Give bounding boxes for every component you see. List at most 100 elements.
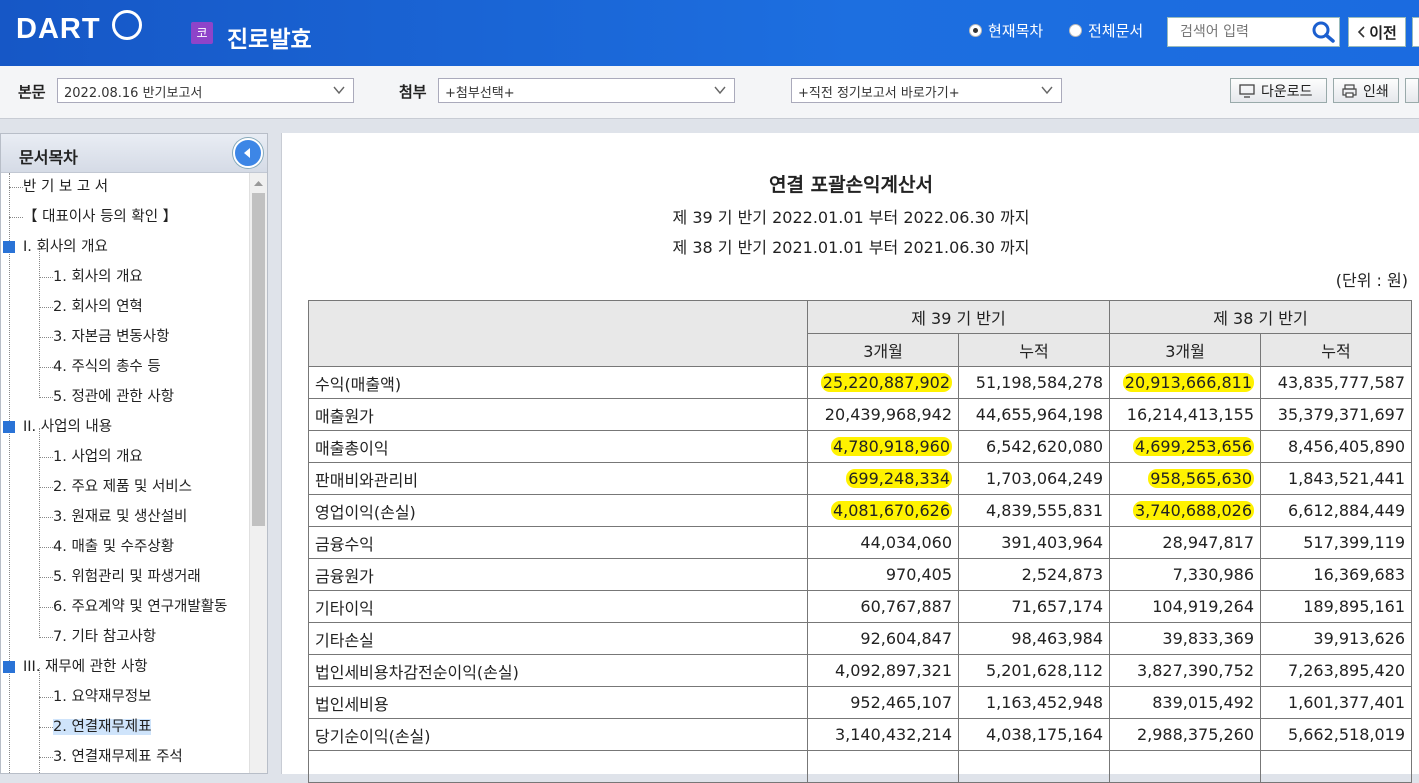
- table-row: 금융원가 970,405 2,524,873 7,330,986 16,369,683: [308, 558, 1412, 591]
- radio-current-label: 현재목차: [988, 22, 1044, 40]
- toc-item[interactable]: 5. 위험관리 및 파생거래: [39, 564, 201, 590]
- period-39: 제 39 기 반기 2022.01.01 부터 2022.06.30 까지: [672, 208, 1030, 227]
- value-cell: 391,403,964: [958, 526, 1110, 559]
- toc-scrollbar[interactable]: [249, 173, 267, 773]
- table-row: 당기순이익(손실) 3,140,432,214 4,038,175,164 2,988…: [308, 718, 1412, 751]
- value-cell: 6,542,620,080: [958, 430, 1110, 463]
- more-toolbar-button[interactable]: [1405, 78, 1419, 103]
- toc-header: 문서목차: [1, 134, 267, 173]
- value-cell: 25,220,887,902: [807, 366, 959, 399]
- toc-item[interactable]: 【 대표이사 등의 확인 】: [9, 204, 177, 230]
- toc-item-label: I. 회사의 개요: [23, 239, 108, 255]
- toc-item-label: 3. 자본금 변동사항: [53, 329, 170, 345]
- col-3m-header: 3개월: [1109, 333, 1261, 367]
- toc-item-label: 4. 주식의 총수 등: [53, 359, 161, 375]
- col-cum-header: 누적: [1260, 333, 1412, 367]
- radio-current-toc[interactable]: 현재목차: [969, 20, 1043, 41]
- toc-item[interactable]: 1. 요약재무정보: [39, 684, 151, 710]
- monitor-icon: [1239, 83, 1255, 98]
- highlighted-value: 4,081,670,626: [830, 501, 952, 520]
- radio-checked-icon[interactable]: [969, 24, 982, 37]
- value-cell: 98,463,984: [958, 622, 1110, 655]
- toc-item[interactable]: 1. 사업의 개요: [39, 444, 143, 470]
- value-cell: 35,379,371,697: [1260, 398, 1412, 431]
- account-name-cell: 법인세비용차감전순이익(손실): [308, 654, 808, 687]
- toc-item[interactable]: 5. 정관에 관한 사항: [39, 384, 174, 410]
- toc-item[interactable]: 1. 회사의 개요: [39, 264, 143, 290]
- toc-item-label: 5. 위험관리 및 파생거래: [53, 569, 201, 585]
- download-label: 다운로드: [1261, 83, 1313, 100]
- value-cell: 2,524,873: [958, 558, 1110, 591]
- value-cell: 952,465,107: [807, 686, 959, 719]
- value-cell: 4,092,897,321: [807, 654, 959, 687]
- dart-logo[interactable]: DART: [16, 13, 101, 46]
- scroll-thumb[interactable]: [252, 193, 265, 526]
- toc-item-label: III. 재무에 관한 사항: [23, 659, 148, 675]
- toc-item[interactable]: 6. 주요계약 및 연구개발활동: [39, 594, 227, 620]
- print-button[interactable]: 인쇄: [1333, 78, 1399, 103]
- expand-toggle-icon[interactable]: [3, 421, 15, 433]
- collapse-panel-button[interactable]: [233, 138, 263, 168]
- toc-item-label: 【 대표이사 등의 확인 】: [23, 209, 178, 225]
- value-cell: 43,835,777,587: [1260, 366, 1412, 399]
- download-button[interactable]: 다운로드: [1230, 78, 1327, 103]
- col-cum-header: 누적: [958, 333, 1110, 367]
- expand-toggle-icon[interactable]: [3, 241, 15, 253]
- value-cell: 7,330,986: [1109, 558, 1261, 591]
- value-cell: 699,248,334: [807, 462, 959, 495]
- value-cell: 5,662,518,019: [1260, 718, 1412, 751]
- radio-unchecked-icon[interactable]: [1069, 24, 1082, 37]
- income-statement-table: 제 39 기 반기 제 38 기 반기 3개월 누적 3개월 누적 수익(매출액…: [308, 300, 1412, 783]
- empty-cell: [1260, 750, 1412, 783]
- toc-tree: 반 기 보 고 서 【 대표이사 등의 확인 】 I. 회사의 개요 1. 회사…: [1, 173, 248, 773]
- attachment-select[interactable]: +첨부선택+: [438, 78, 735, 103]
- toc-title: 문서목차: [19, 148, 78, 167]
- toc-item[interactable]: 반 기 보 고 서: [9, 174, 108, 200]
- period-39-header: 제 39 기 반기: [807, 300, 1110, 334]
- value-cell: 104,919,264: [1109, 590, 1261, 623]
- toc-item-label: 반 기 보 고 서: [23, 179, 109, 195]
- empty-cell: [958, 750, 1110, 783]
- value-cell: 2,988,375,260: [1109, 718, 1261, 751]
- toc-item[interactable]: 3. 원재료 및 생산설비: [39, 504, 187, 530]
- report-select[interactable]: 2022.08.16 반기보고서: [57, 78, 354, 103]
- search-icon[interactable]: [1311, 21, 1335, 43]
- scroll-up-icon[interactable]: [251, 176, 266, 190]
- search-input[interactable]: [1168, 18, 1318, 46]
- expand-toggle-icon[interactable]: [3, 661, 15, 673]
- toc-item[interactable]: 7. 기타 참고사항: [39, 624, 156, 650]
- value-cell: 6,612,884,449: [1260, 494, 1412, 527]
- toc-item[interactable]: 2. 회사의 연혁: [39, 294, 143, 320]
- toc-item[interactable]: III. 재무에 관한 사항: [1, 654, 148, 680]
- value-cell: 839,015,492: [1109, 686, 1261, 719]
- account-name-cell: 당기순이익(손실): [308, 718, 808, 751]
- value-cell: 1,843,521,441: [1260, 462, 1412, 495]
- toc-item[interactable]: 4. 매출 및 수주상황: [39, 534, 174, 560]
- toc-item[interactable]: 4. 주식의 총수 등: [39, 354, 161, 380]
- toc-item[interactable]: II. 사업의 내용: [1, 414, 112, 440]
- value-cell: 28,947,817: [1109, 526, 1261, 559]
- value-cell: 44,034,060: [807, 526, 959, 559]
- periodic-report-select[interactable]: +직전 정기보고서 바로가기+: [791, 78, 1062, 103]
- value-cell: 39,833,369: [1109, 622, 1261, 655]
- toc-item[interactable]: 2. 주요 제품 및 서비스: [39, 474, 192, 500]
- period-38-header: 제 38 기 반기: [1109, 300, 1412, 334]
- highlighted-value: 25,220,887,902: [820, 373, 952, 392]
- table-row: 기타이익 60,767,887 71,657,174 104,919,264 189,8…: [308, 590, 1412, 623]
- value-cell: 20,439,968,942: [807, 398, 959, 431]
- next-button[interactable]: [1412, 17, 1419, 47]
- highlighted-value: 958,565,630: [1148, 469, 1254, 488]
- toc-item[interactable]: 3. 자본금 변동사항: [39, 324, 169, 350]
- value-cell: 3,740,688,026: [1109, 494, 1261, 527]
- highlighted-value: 4,780,918,960: [830, 437, 952, 456]
- radio-whole-document[interactable]: 전체문서: [1069, 20, 1143, 41]
- toc-item-selected[interactable]: 2. 연결재무제표: [39, 714, 152, 740]
- value-cell: 44,655,964,198: [958, 398, 1110, 431]
- value-cell: 4,839,555,831: [958, 494, 1110, 527]
- toc-item[interactable]: 3. 연결재무제표 주석: [39, 744, 183, 770]
- chevron-down-icon: [714, 86, 726, 95]
- table-row: 매출원가 20,439,968,942 44,655,964,198 16,214,4…: [308, 398, 1412, 431]
- value-cell: 3,140,432,214: [807, 718, 959, 751]
- toc-item[interactable]: I. 회사의 개요: [1, 234, 108, 260]
- prev-button[interactable]: 이전: [1348, 17, 1406, 47]
